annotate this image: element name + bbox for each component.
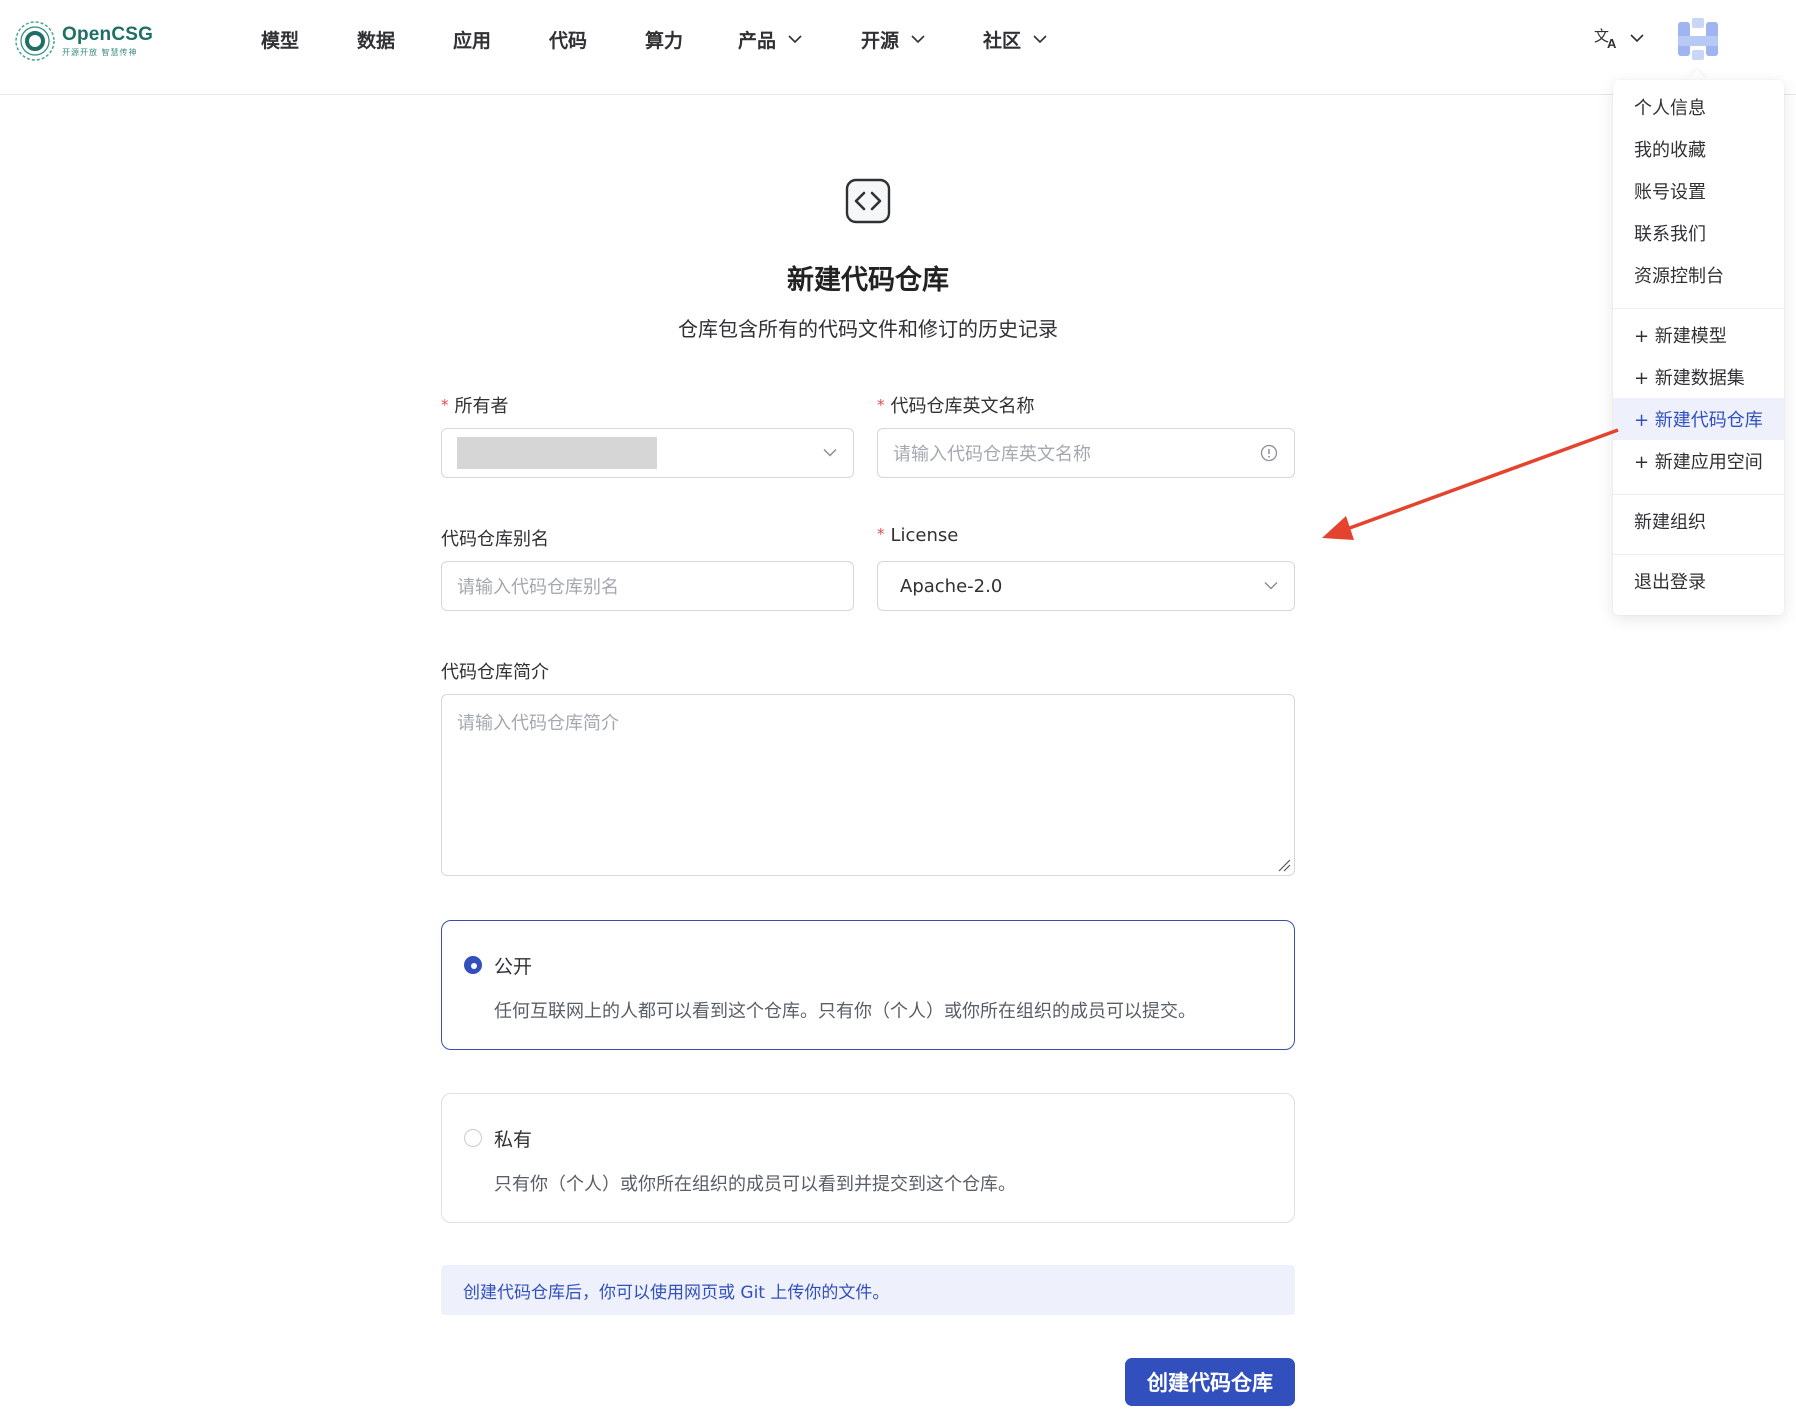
visibility-public-title: 公开: [494, 956, 533, 978]
menu-item-label: 退出登录: [1634, 572, 1706, 593]
menu-item-profile[interactable]: 个人信息: [1613, 86, 1784, 128]
menu-item-new-code-repo[interactable]: + 新建代码仓库: [1613, 398, 1784, 440]
license-label-text: License: [890, 525, 959, 546]
nav-item-open-source[interactable]: 开源: [861, 26, 925, 53]
nav-label: 产品: [738, 30, 777, 52]
logo-slogan: 开源开放 智慧传神: [62, 48, 138, 57]
nav-label: 模型: [261, 30, 300, 52]
page-subtitle: 仓库包含所有的代码文件和修订的历史记录: [678, 317, 1058, 341]
nav-label: 开源: [861, 30, 900, 52]
menu-divider: [1613, 494, 1784, 495]
menu-item-label: + 新建代码仓库: [1634, 410, 1763, 431]
nav-label: 代码: [549, 30, 588, 52]
nav-label: 社区: [983, 30, 1022, 52]
license-label: * License: [877, 525, 958, 546]
repo-description-label: 代码仓库简介: [441, 658, 549, 684]
repo-alias-label-text: 代码仓库别名: [441, 529, 549, 550]
chevron-down-icon: [1033, 35, 1047, 44]
menu-item-favorites[interactable]: 我的收藏: [1613, 128, 1784, 170]
info-icon[interactable]: [1260, 444, 1278, 462]
required-mark: *: [441, 396, 449, 414]
menu-item-label: + 新建应用空间: [1634, 452, 1763, 473]
repo-alias-label: 代码仓库别名: [441, 525, 549, 551]
menu-item-label: 我的收藏: [1634, 140, 1706, 161]
chevron-down-icon: [823, 448, 837, 457]
chevron-down-icon: [788, 35, 802, 44]
logo-mark-icon: [15, 21, 55, 61]
menu-item-logout[interactable]: 退出登录: [1613, 560, 1784, 602]
required-mark: *: [877, 525, 885, 543]
menu-item-label: 新建组织: [1634, 512, 1706, 533]
repo-alias-placeholder: 请输入代码仓库别名: [457, 577, 619, 598]
user-avatar[interactable]: [1674, 16, 1722, 64]
nav-label: 算力: [645, 30, 684, 52]
annotation-arrow: [1322, 428, 1619, 540]
upload-notice: 创建代码仓库后，你可以使用网页或 Git 上传你的文件。: [441, 1265, 1295, 1315]
repo-description-placeholder: 请输入代码仓库简介: [457, 713, 619, 734]
nav-item-apps[interactable]: 应用: [453, 26, 491, 53]
license-select[interactable]: Apache-2.0: [877, 561, 1295, 611]
user-dropdown-menu: 个人信息 我的收藏 账号设置 联系我们 资源控制台 + 新建模型 + 新建数据集…: [1613, 80, 1784, 615]
language-switcher[interactable]: 文 A: [1594, 26, 1644, 50]
visibility-private-title: 私有: [494, 1129, 533, 1151]
nav-item-code[interactable]: 代码: [549, 26, 587, 53]
visibility-option-public[interactable]: 公开 任何互联网上的人都可以看到这个仓库。只有你（个人）或你所在组织的成员可以提…: [441, 920, 1295, 1050]
nav-item-models[interactable]: 模型: [261, 26, 299, 53]
visibility-option-private[interactable]: 私有 只有你（个人）或你所在组织的成员可以看到并提交到这个仓库。: [441, 1093, 1295, 1223]
nav-label: 数据: [357, 30, 396, 52]
menu-item-label: 个人信息: [1634, 98, 1706, 119]
owner-select[interactable]: [441, 428, 854, 478]
radio-unchecked-icon[interactable]: [464, 1129, 482, 1147]
chevron-down-icon: [911, 35, 925, 44]
menu-item-label: 账号设置: [1634, 182, 1706, 203]
nav-item-datasets[interactable]: 数据: [357, 26, 395, 53]
radio-checked-icon[interactable]: [464, 956, 482, 974]
menu-item-account-settings[interactable]: 账号设置: [1613, 170, 1784, 212]
repo-name-label-text: 代码仓库英文名称: [890, 396, 1035, 417]
owner-label: * 所有者: [441, 392, 509, 418]
menu-item-label: 联系我们: [1634, 224, 1706, 245]
repo-alias-input[interactable]: 请输入代码仓库别名: [441, 561, 854, 611]
chevron-down-icon: [1630, 33, 1644, 42]
translate-icon: 文 A: [1594, 27, 1617, 50]
menu-divider: [1613, 554, 1784, 555]
repo-name-placeholder: 请输入代码仓库英文名称: [893, 444, 1091, 465]
repo-description-textarea[interactable]: 请输入代码仓库简介: [441, 694, 1295, 876]
menu-item-label: + 新建数据集: [1634, 368, 1745, 389]
nav-label: 应用: [453, 30, 492, 52]
menu-item-new-organization[interactable]: 新建组织: [1613, 500, 1784, 542]
top-navbar: OpenCSG 开源开放 智慧传神 模型 数据 应用 代码 算力 产品 开源 社…: [0, 0, 1796, 95]
repo-name-label: * 代码仓库英文名称: [877, 392, 1035, 418]
code-brackets-icon: [845, 178, 891, 224]
menu-item-contact-us[interactable]: 联系我们: [1613, 212, 1784, 254]
redacted-owner-value: [457, 437, 657, 469]
nav-item-compute[interactable]: 算力: [645, 26, 683, 53]
page-title: 新建代码仓库: [787, 265, 949, 296]
owner-label-text: 所有者: [454, 396, 509, 417]
visibility-private-desc: 只有你（个人）或你所在组织的成员可以看到并提交到这个仓库。: [494, 1174, 1016, 1195]
license-value: Apache-2.0: [900, 575, 1003, 597]
required-mark: *: [877, 396, 885, 414]
repo-description-label-text: 代码仓库简介: [441, 662, 549, 683]
menu-item-new-app-space[interactable]: + 新建应用空间: [1613, 440, 1784, 482]
chevron-down-icon: [1264, 581, 1278, 590]
menu-item-new-dataset[interactable]: + 新建数据集: [1613, 356, 1784, 398]
svg-text:A: A: [1607, 36, 1617, 50]
opencsg-logo[interactable]: OpenCSG 开源开放 智慧传神: [14, 19, 154, 63]
nav-item-community[interactable]: 社区: [983, 26, 1047, 53]
create-repo-button[interactable]: 创建代码仓库: [1125, 1358, 1295, 1406]
repo-name-input[interactable]: 请输入代码仓库英文名称: [877, 428, 1295, 478]
visibility-public-desc: 任何互联网上的人都可以看到这个仓库。只有你（个人）或你所在组织的成员可以提交。: [494, 1001, 1196, 1022]
logo-name: OpenCSG: [62, 24, 154, 45]
nav-item-products[interactable]: 产品: [738, 26, 802, 53]
resize-handle-icon[interactable]: [1277, 858, 1291, 872]
upload-notice-text: 创建代码仓库后，你可以使用网页或 Git 上传你的文件。: [463, 1282, 890, 1303]
menu-divider: [1613, 308, 1784, 309]
